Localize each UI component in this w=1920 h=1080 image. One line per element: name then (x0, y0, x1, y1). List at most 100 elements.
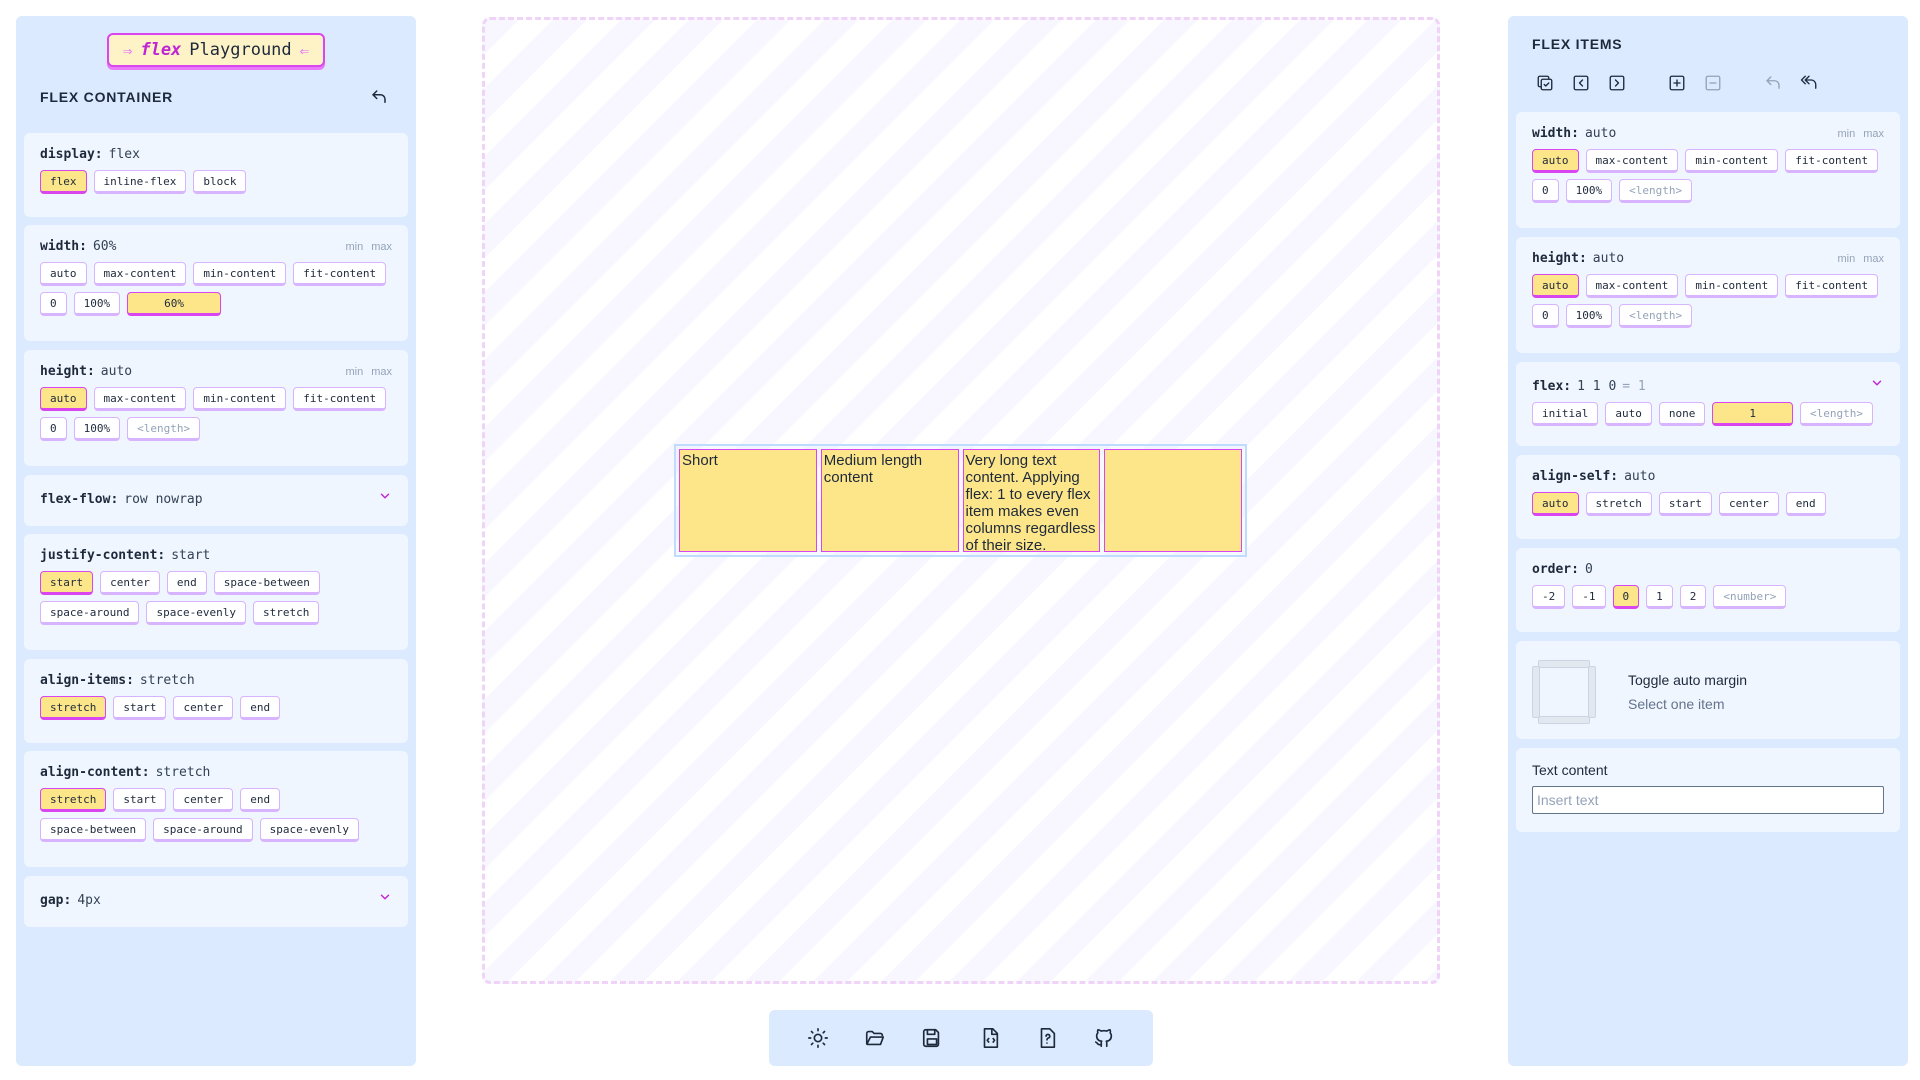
margin-left-toggle[interactable] (1532, 666, 1540, 718)
item-height-min-toggle[interactable]: min (1837, 253, 1855, 265)
margin-toggle-widget[interactable] (1532, 660, 1596, 724)
display-option-inline-flex[interactable]: inline-flex (93, 170, 187, 194)
chevron-down-icon[interactable] (378, 489, 392, 503)
item-height-length-input[interactable]: <length> (1619, 304, 1693, 328)
align-items-option-start[interactable]: start (113, 696, 167, 720)
item-width-option-100[interactable]: 100% (1565, 179, 1613, 203)
height-option-min-content[interactable]: min-content (193, 387, 287, 411)
justify-option-center[interactable]: center (100, 571, 160, 595)
align-self-option-start[interactable]: start (1658, 492, 1712, 516)
chevron-down-icon[interactable] (1870, 376, 1884, 390)
select-next-button[interactable] (1604, 70, 1630, 96)
item-height-option-min-content[interactable]: min-content (1685, 274, 1779, 298)
align-content-option-space-evenly[interactable]: space-evenly (259, 818, 360, 842)
item-width-length-input[interactable]: <length> (1619, 179, 1693, 203)
justify-option-end[interactable]: end (166, 571, 207, 595)
height-option-auto[interactable]: auto (40, 387, 87, 411)
align-self-option-center[interactable]: center (1718, 492, 1779, 516)
margin-top-toggle[interactable] (1538, 660, 1590, 668)
height-option-zero[interactable]: 0 (40, 417, 67, 441)
align-items-option-end[interactable]: end (240, 696, 281, 720)
chevron-down-icon[interactable] (378, 890, 392, 904)
align-content-option-start[interactable]: start (113, 788, 167, 812)
order-option-2[interactable]: 2 (1679, 585, 1707, 609)
height-option-100[interactable]: 100% (73, 417, 121, 441)
flex-flow-card[interactable]: flex-flow: row nowrap (24, 475, 408, 526)
width-option-zero[interactable]: 0 (40, 292, 67, 316)
align-items-option-center[interactable]: center (173, 696, 234, 720)
width-option-100[interactable]: 100% (73, 292, 121, 316)
item-height-option-max-content[interactable]: max-content (1585, 274, 1679, 298)
display-option-block[interactable]: block (193, 170, 247, 194)
justify-option-space-between[interactable]: space-between (213, 571, 320, 595)
gap-card[interactable]: gap: 4px (24, 876, 408, 927)
height-option-fit-content[interactable]: fit-content (293, 387, 387, 411)
width-option-max-content[interactable]: max-content (93, 262, 187, 286)
margin-right-toggle[interactable] (1588, 666, 1596, 718)
item-width-option-max-content[interactable]: max-content (1585, 149, 1679, 173)
item-width-option-fit-content[interactable]: fit-content (1785, 149, 1879, 173)
height-option-max-content[interactable]: max-content (93, 387, 187, 411)
remove-item-button[interactable] (1700, 70, 1726, 96)
item-height-option-auto[interactable]: auto (1532, 274, 1579, 298)
item-width-option-min-content[interactable]: min-content (1685, 149, 1779, 173)
justify-option-stretch[interactable]: stretch (252, 601, 320, 625)
item-flex-option-none[interactable]: none (1658, 402, 1706, 426)
item-height-option-100[interactable]: 100% (1565, 304, 1613, 328)
align-content-option-stretch[interactable]: stretch (40, 788, 107, 812)
order-option-minus-1[interactable]: -1 (1572, 585, 1606, 609)
display-option-flex[interactable]: flex (40, 170, 87, 194)
order-option-minus-2[interactable]: -2 (1532, 585, 1566, 609)
theme-toggle-button[interactable] (805, 1025, 831, 1051)
width-max-toggle[interactable]: max (371, 241, 392, 253)
justify-option-space-evenly[interactable]: space-evenly (146, 601, 246, 625)
align-self-option-auto[interactable]: auto (1532, 492, 1579, 516)
justify-option-start[interactable]: start (40, 571, 94, 595)
height-length-input[interactable]: <length> (127, 417, 201, 441)
item-height-option-zero[interactable]: 0 (1532, 304, 1559, 328)
preview-flex-container[interactable]: Short Medium length content Very long te… (674, 444, 1247, 557)
margin-bottom-toggle[interactable] (1538, 716, 1590, 724)
reset-container-button[interactable] (366, 84, 392, 110)
open-button[interactable] (862, 1025, 888, 1051)
flex-item-3[interactable]: Very long text content. Applying flex: 1… (962, 449, 1101, 554)
item-flex-length-input[interactable]: <length> (1799, 402, 1873, 426)
item-height-max-toggle[interactable]: max (1863, 253, 1884, 265)
item-width-min-toggle[interactable]: min (1837, 128, 1855, 140)
align-content-option-center[interactable]: center (173, 788, 234, 812)
align-self-option-stretch[interactable]: stretch (1585, 492, 1652, 516)
justify-option-space-around[interactable]: space-around (40, 601, 140, 625)
flex-item-4[interactable] (1104, 449, 1242, 552)
align-items-option-stretch[interactable]: stretch (40, 696, 107, 720)
align-content-option-space-between[interactable]: space-between (40, 818, 147, 842)
width-option-min-content[interactable]: min-content (193, 262, 287, 286)
width-option-auto[interactable]: auto (40, 262, 87, 286)
github-button[interactable] (1091, 1025, 1117, 1051)
export-code-button[interactable] (977, 1025, 1003, 1051)
item-flex-option-initial[interactable]: initial (1532, 402, 1599, 426)
align-content-option-end[interactable]: end (240, 788, 281, 812)
height-min-toggle[interactable]: min (345, 366, 363, 378)
width-min-toggle[interactable]: min (345, 241, 363, 253)
align-content-option-space-around[interactable]: space-around (153, 818, 253, 842)
height-max-toggle[interactable]: max (371, 366, 392, 378)
help-button[interactable] (1034, 1025, 1060, 1051)
reset-item-button[interactable] (1760, 70, 1786, 96)
item-flex-number-input[interactable]: 1 (1712, 402, 1793, 426)
align-self-option-end[interactable]: end (1785, 492, 1826, 516)
flex-item-2[interactable]: Medium length content (820, 449, 959, 552)
select-all-button[interactable] (1532, 70, 1558, 96)
item-width-option-zero[interactable]: 0 (1532, 179, 1559, 203)
item-width-option-auto[interactable]: auto (1532, 149, 1579, 173)
add-item-button[interactable] (1664, 70, 1690, 96)
order-option-0[interactable]: 0 (1612, 585, 1640, 609)
reset-all-items-button[interactable] (1796, 70, 1822, 96)
item-flex-option-auto[interactable]: auto (1605, 402, 1652, 426)
item-height-option-fit-content[interactable]: fit-content (1785, 274, 1879, 298)
width-length-input[interactable]: 60% (127, 292, 221, 316)
select-previous-button[interactable] (1568, 70, 1594, 96)
item-width-max-toggle[interactable]: max (1863, 128, 1884, 140)
order-number-input[interactable]: <number> (1713, 585, 1787, 609)
flex-item-1[interactable]: Short (679, 449, 817, 552)
save-button[interactable] (919, 1025, 945, 1051)
